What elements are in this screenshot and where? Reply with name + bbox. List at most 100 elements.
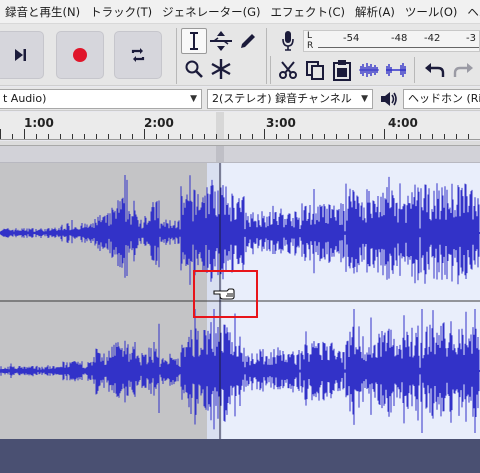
loop-icon [131,48,145,62]
zoom-icon [185,60,203,78]
playback-device-value: ヘッドホン (Rift [408,92,480,105]
meter-tick: -42 [424,33,441,44]
timeline-tick [120,134,121,139]
timeline-tick [48,134,49,139]
timeline-label: 3:00 [266,116,296,130]
meter-right-label: R [307,41,314,51]
microphone-icon [282,31,294,51]
timeline-tick [312,134,313,139]
skip-to-end-button[interactable] [0,31,44,79]
meter-tick: -48 [391,33,408,44]
meter-tick: -54 [343,33,360,44]
track-header-strip [0,145,480,163]
recording-channels-dropdown[interactable]: 2(ステレオ) 録音チャンネル ▼ [207,89,373,109]
meter-scale [318,47,479,51]
timeline-tick [36,134,37,139]
redo-icon [453,63,473,77]
scissors-icon [279,61,297,79]
record-button[interactable] [56,31,104,79]
timeline-tick [456,134,457,139]
timeline-tick [180,134,181,139]
timeline-tick [96,134,97,139]
toolbar-separator [270,56,271,84]
undo-button[interactable] [422,57,448,83]
copy-button[interactable] [302,57,328,83]
trim-audio-button[interactable] [356,57,382,83]
undo-icon [425,63,445,77]
selection-marker [216,146,224,162]
audio-host-dropdown[interactable]: t Audio) ▼ [0,89,202,109]
playback-device-button[interactable] [378,89,400,109]
timeline-tick [12,134,13,139]
timeline-tick [72,134,73,139]
selection-marker [216,112,224,139]
timeline-tick [168,134,169,139]
timeline-tick [60,134,61,139]
toolbar-separator [176,28,177,84]
paste-button[interactable] [329,57,355,83]
menu-track[interactable]: トラック(T) [85,0,157,23]
timeline-tick [264,129,265,139]
menu-help[interactable]: ヘルプ(H) [462,0,480,23]
timeline-tick [420,134,421,139]
timeline-tick [468,134,469,139]
timeline-tick [276,134,277,139]
zoom-tool[interactable] [181,56,207,82]
audio-host-value: t Audio) [3,92,47,105]
record-meter-button[interactable] [275,28,301,54]
timeline-tick [300,134,301,139]
timeline-tick [228,134,229,139]
clipboard-icon [333,60,351,81]
timeline-tick [24,129,25,139]
timeline-label: 1:00 [24,116,54,130]
speaker-icon [381,92,397,106]
recording-level-meter[interactable]: L R -54 -48 -42 -3 [303,30,480,52]
cut-button[interactable] [275,57,301,83]
timeline-tick [432,134,433,139]
chevron-down-icon: ▼ [361,94,368,104]
record-icon [73,48,87,62]
menu-generator[interactable]: ジェネレーター(G) [157,0,265,23]
trim-icon [359,63,379,77]
timeline-ruler[interactable]: 1:00 2:00 3:00 4:00 [0,112,480,140]
select-tool[interactable] [181,28,207,54]
timeline-label: 4:00 [388,116,418,130]
loop-button[interactable] [114,31,162,79]
menu-effect[interactable]: エフェクト(C) [265,0,350,23]
pencil-icon [241,34,255,48]
recording-channels-value: 2(ステレオ) 録音チャンネル [212,92,352,105]
timeline-tick [252,134,253,139]
timeline-tick [324,134,325,139]
i-beam-icon [190,32,198,50]
silence-icon [386,63,406,77]
timeline-tick [372,134,373,139]
timeline-tick [240,134,241,139]
meter-tick: -3 [466,33,476,44]
draw-tool[interactable] [235,28,261,54]
toolbar-separator [266,28,267,84]
timeline-tick [336,134,337,139]
timeline-tick [156,134,157,139]
copy-icon [306,61,324,80]
timeline-tick [384,129,385,139]
multi-tool[interactable] [208,56,234,82]
timeline-tick [408,134,409,139]
envelope-tool[interactable] [208,28,234,54]
menu-bar: 録音と再生(N) トラック(T) ジェネレーター(G) エフェクト(C) 解析(… [0,0,480,24]
menu-analyze[interactable]: 解析(A) [350,0,400,23]
timeline-tick [360,134,361,139]
silence-audio-button[interactable] [383,57,409,83]
toolbar-separator [414,57,415,83]
menu-record-play[interactable]: 録音と再生(N) [0,0,85,23]
playback-device-dropdown[interactable]: ヘッドホン (Rift [403,89,480,109]
timeline-tick [288,134,289,139]
redo-button[interactable] [450,57,476,83]
timeline-tick [84,134,85,139]
menu-tools[interactable]: ツール(O) [400,0,463,23]
taskbar [0,439,480,473]
timeline-tick [144,129,145,139]
timeline-tick [132,134,133,139]
timeline-tick [204,134,205,139]
multi-tool-icon [211,59,231,79]
timeline-tick [192,134,193,139]
